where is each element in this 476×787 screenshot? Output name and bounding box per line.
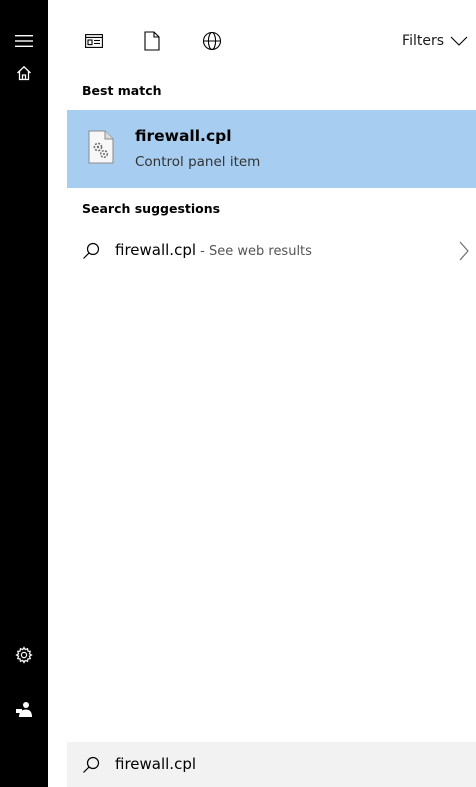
web-suggestion-item[interactable]: firewall.cpl - See web results (67, 232, 476, 270)
filters-label: Filters (402, 33, 444, 49)
result-subtitle: Control panel item (135, 154, 261, 170)
suggestion-hint: See web results (208, 244, 312, 259)
search-box[interactable] (67, 742, 476, 787)
suggestion-separator: - (196, 244, 209, 259)
chevron-right-icon[interactable] (459, 241, 469, 261)
search-input[interactable] (115, 753, 455, 775)
chevron-down-icon (450, 36, 468, 46)
control-panel-file-icon (88, 130, 114, 164)
suggestion-query: firewall.cpl (115, 241, 197, 259)
settings-gear-icon[interactable] (0, 635, 48, 675)
best-match-header: Best match (82, 83, 162, 98)
search-suggestions-header: Search suggestions (82, 201, 221, 216)
web-globe-icon[interactable] (199, 28, 225, 54)
suggestion-text: firewall.cpl - See web results (115, 241, 312, 259)
apps-icon[interactable] (81, 28, 107, 54)
best-match-result[interactable]: firewall.cpl Control panel item (67, 110, 476, 188)
sidebar (0, 0, 48, 787)
filters-dropdown[interactable]: Filters (402, 30, 468, 52)
home-icon[interactable] (0, 53, 48, 93)
feedback-user-icon[interactable] (0, 689, 48, 729)
search-icon (83, 242, 100, 259)
result-title: firewall.cpl (135, 127, 232, 145)
document-icon[interactable] (139, 28, 165, 54)
search-icon (83, 756, 100, 773)
search-panel: Filters Best match firewall.cpl Control … (48, 0, 476, 787)
filter-bar: Filters (48, 0, 476, 78)
